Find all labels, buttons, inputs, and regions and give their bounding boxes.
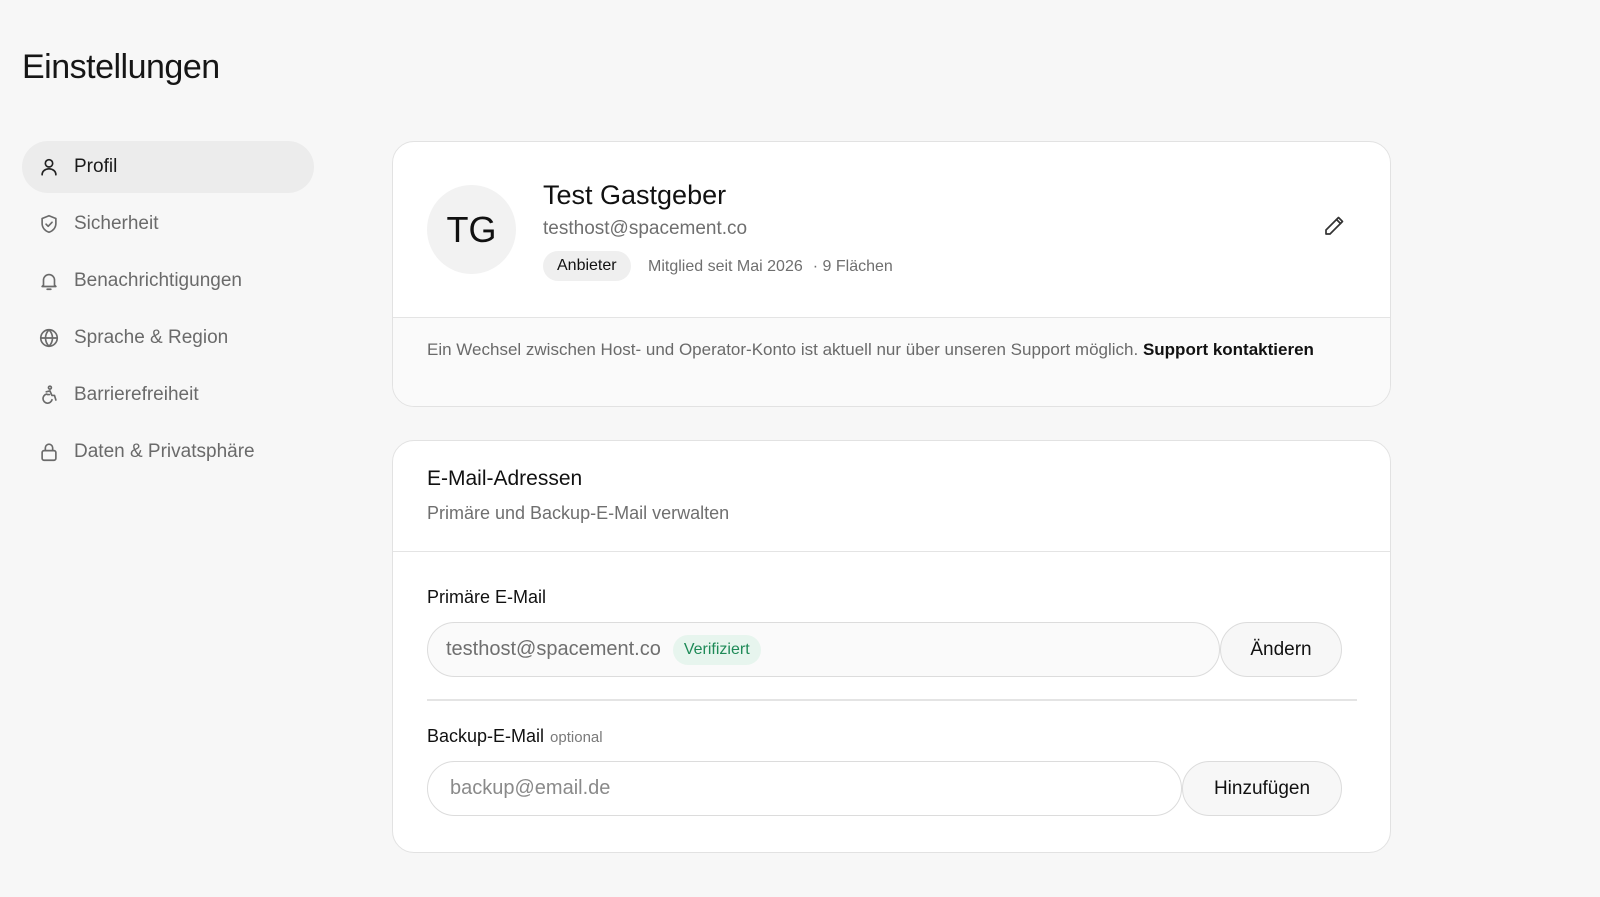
profile-card: TG Test Gastgeber testhost@spacement.co … — [392, 141, 1391, 407]
sidebar-item-label: Sicherheit — [74, 213, 159, 234]
add-backup-email-button[interactable]: Hinzufügen — [1182, 761, 1342, 816]
profile-meta: Mitglied seit Mai 2026 · 9 Flächen — [648, 258, 893, 276]
sidebar-item-label: Profil — [74, 156, 118, 177]
primary-email-value: testhost@spacement.co — [446, 638, 661, 660]
sidebar-item-label: Sprache & Region — [74, 327, 229, 348]
shield-icon — [38, 213, 60, 235]
change-primary-email-button[interactable]: Ändern — [1220, 622, 1342, 677]
profile-email: testhost@spacement.co — [543, 218, 748, 239]
backup-email-field[interactable] — [427, 761, 1182, 816]
sidebar-item-label: Daten & Privatsphäre — [74, 441, 255, 462]
profile-name: Test Gastgeber — [543, 180, 727, 210]
avatar: TG — [427, 185, 516, 274]
sidebar-item-barrierefreiheit[interactable]: Barrierefreiheit — [22, 369, 314, 421]
sidebar-item-benachrichtigungen[interactable]: Benachrichtigungen — [22, 255, 314, 307]
sidebar-item-label: Benachrichtigungen — [74, 270, 242, 291]
accessibility-icon — [38, 384, 60, 406]
role-badge: Anbieter — [543, 251, 631, 281]
spaces-count: · 9 Flächen — [812, 258, 893, 275]
sidebar-item-profil[interactable]: Profil — [22, 141, 314, 193]
section-subtitle: Primäre und Backup-E-Mail verwalten — [427, 503, 730, 523]
user-icon — [38, 156, 60, 178]
sidebar-item-sicherheit[interactable]: Sicherheit — [22, 198, 314, 250]
sidebar-item-daten-privatsphaere[interactable]: Daten & Privatsphäre — [22, 426, 314, 478]
note-text: Ein Wechsel zwischen Host- und Operator-… — [427, 340, 1139, 359]
divider — [427, 699, 1357, 701]
page-title: Einstellungen — [22, 48, 220, 86]
edit-profile-button[interactable] — [1318, 212, 1350, 244]
profile-header: TG Test Gastgeber testhost@spacement.co … — [393, 142, 1390, 318]
backup-label-text: Backup-E-Mail — [427, 726, 545, 746]
backup-email-input[interactable] — [450, 777, 1181, 800]
sidebar-item-sprache-region[interactable]: Sprache & Region — [22, 312, 314, 364]
bell-icon — [38, 270, 60, 292]
section-title: E-Mail-Adressen — [427, 467, 583, 490]
email-section-header: E-Mail-Adressen Primäre und Backup-E-Mai… — [393, 441, 1390, 552]
support-contact-link[interactable]: Support kontaktieren — [1143, 340, 1314, 359]
primary-email-label: Primäre E-Mail — [427, 587, 547, 607]
backup-email-label: Backup-E-Mail optional — [427, 726, 603, 747]
pencil-icon — [1322, 214, 1346, 243]
member-since: Mitglied seit Mai 2026 — [648, 258, 803, 275]
lock-icon — [38, 441, 60, 463]
optional-hint: optional — [550, 729, 603, 746]
email-addresses-card: E-Mail-Adressen Primäre und Backup-E-Mai… — [392, 440, 1391, 853]
verified-badge: Verifiziert — [672, 634, 761, 665]
primary-email-field: testhost@spacement.co Verifiziert — [427, 622, 1220, 677]
sidebar-item-label: Barrierefreiheit — [74, 384, 199, 405]
settings-sidebar: Profil Sicherheit Benachrichtigungen Spr… — [22, 141, 314, 483]
globe-icon — [38, 327, 60, 349]
account-switch-note: Ein Wechsel zwischen Host- und Operator-… — [393, 318, 1390, 406]
